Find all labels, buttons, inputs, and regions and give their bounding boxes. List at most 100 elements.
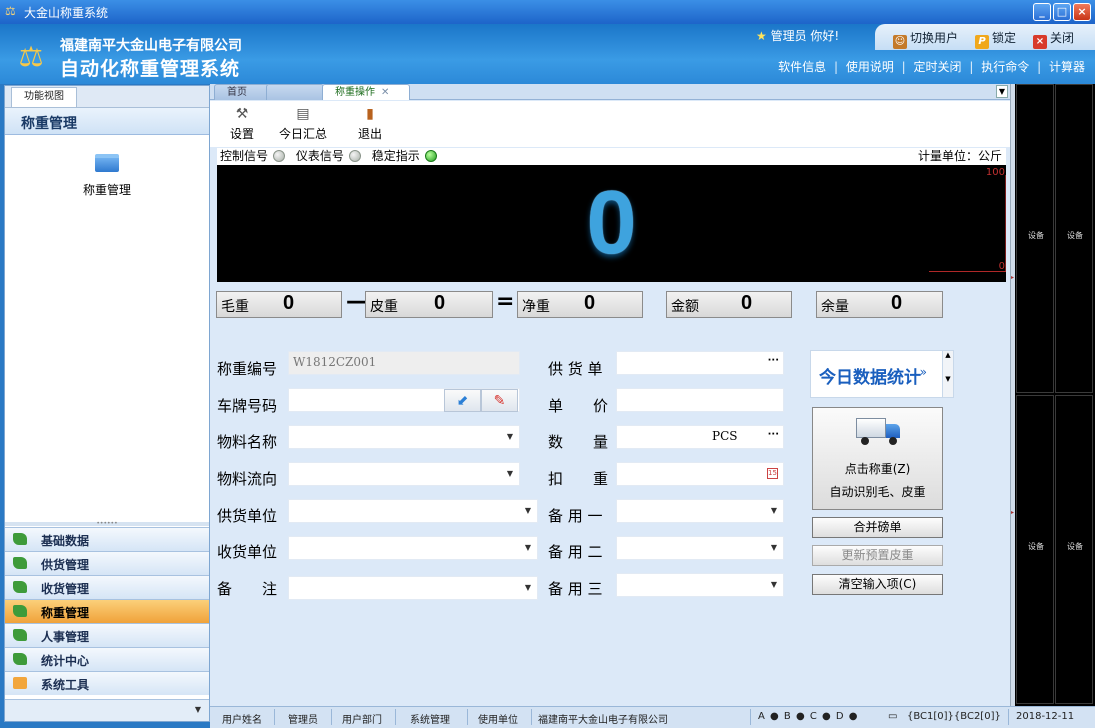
minimize-button[interactable]: _: [1033, 3, 1051, 21]
tab-bar: 首页 称重操作 ✕ ▼: [210, 84, 1010, 100]
supplier-select[interactable]: ▼: [288, 499, 538, 523]
folder-label[interactable]: 称重管理: [5, 181, 209, 198]
company-name: 福建南平大金山电子有限公司: [60, 38, 242, 54]
header-tools: ☺ 切换用户 P 锁定 × 关闭: [875, 24, 1095, 50]
spare3-select[interactable]: ▼: [616, 573, 784, 597]
material-label: 物料名称: [217, 433, 278, 451]
display-min: 0: [998, 261, 1005, 272]
price-field[interactable]: [616, 388, 784, 412]
camera-view[interactable]: 设备: [1055, 395, 1093, 704]
status-dept: 系统管理: [410, 715, 450, 726]
folder-icon[interactable]: [95, 154, 119, 172]
tab-weighing[interactable]: 称重操作 ✕: [322, 84, 410, 100]
net-weight-box: 净重 0: [517, 291, 643, 318]
update-tare-button[interactable]: 更新预置皮重: [812, 545, 943, 566]
scale-logo-icon: ⚖: [18, 40, 44, 73]
sidebar-item-supply[interactable]: 供货管理: [5, 551, 209, 575]
close-window-button[interactable]: ×: [1073, 3, 1091, 21]
material-select[interactable]: ▼: [288, 425, 520, 449]
today-stats-label: 今日数据统计: [819, 368, 921, 388]
spare2-select[interactable]: ▼: [616, 536, 784, 560]
exit-button[interactable]: ▮ 退出: [358, 105, 382, 142]
stable-indicator: [424, 150, 437, 162]
camera-view[interactable]: 设备: [1016, 84, 1054, 393]
camera-icon: 设备: [1028, 542, 1044, 551]
flow-label: 物料流向: [217, 470, 278, 488]
weigh-no-field[interactable]: W1812CZ001: [288, 351, 520, 375]
toolbar: ⚒ 设置 ▤ 今日汇总 ▮ 退出: [210, 101, 1010, 147]
deduct-field[interactable]: 15: [616, 462, 784, 486]
tab-blank[interactable]: [266, 84, 324, 100]
more-icon[interactable]: ···: [768, 429, 779, 440]
chevron-down-icon: ▼: [524, 543, 531, 552]
camera-icon: 设备: [1067, 231, 1083, 240]
plate-clear-button[interactable]: ✎: [481, 389, 518, 412]
status-user: 管理员: [288, 715, 318, 726]
window-title: 大金山称重系统: [24, 6, 109, 20]
link-calculator[interactable]: 计算器: [1049, 60, 1085, 74]
weigh-button-line2: 自动识别毛、皮重: [829, 485, 926, 499]
tab-home[interactable]: 首页: [214, 84, 270, 100]
leaf-icon: [13, 653, 27, 665]
link-manual[interactable]: 使用说明: [846, 60, 894, 74]
report-icon: ▤: [296, 106, 310, 122]
switch-user-button[interactable]: ☺ 切换用户: [893, 29, 958, 49]
sidebar-item-weighing[interactable]: 称重管理: [5, 599, 209, 623]
control-signal-indicator: [273, 150, 286, 162]
stats-scrollbar[interactable]: ▲ ▼: [942, 350, 954, 398]
lock-button[interactable]: P 锁定: [975, 29, 1016, 49]
receiver-select[interactable]: ▼: [288, 536, 538, 560]
sidebar-item-tools[interactable]: 系统工具: [5, 671, 209, 695]
link-timer-close[interactable]: 定时关闭: [914, 60, 962, 74]
merge-button[interactable]: 合并磅单: [812, 517, 943, 538]
tab-dropdown-button[interactable]: ▼: [996, 85, 1008, 98]
qty-unit: PCS: [712, 429, 738, 443]
camera-view[interactable]: 设备: [1055, 84, 1093, 393]
display-max: 100: [985, 167, 1005, 178]
sidebar-item-base-data[interactable]: 基础数据: [5, 527, 209, 551]
link-software-info[interactable]: 软件信息: [778, 60, 826, 74]
sidebar-item-receive[interactable]: 收货管理: [5, 575, 209, 599]
today-summary-button[interactable]: ▤ 今日汇总: [279, 105, 327, 142]
app-close-button[interactable]: × 关闭: [1033, 29, 1074, 49]
sidebar-item-stats[interactable]: 统计中心: [5, 647, 209, 671]
chevron-double-down-icon[interactable]: »: [920, 365, 927, 379]
calendar-icon[interactable]: 15: [767, 468, 778, 479]
system-name: 自动化称重管理系统: [60, 58, 241, 80]
today-stats-panel[interactable]: 今日数据统计»: [810, 350, 950, 398]
chevron-down-icon: ▼: [770, 543, 777, 552]
keyboard-icon: ▭: [888, 711, 898, 722]
sidebar-expand-button[interactable]: ▼: [5, 699, 209, 721]
gross-weight-value: 0: [283, 292, 295, 314]
truck-icon: [855, 418, 900, 446]
weigh-button[interactable]: 点击称重(Z) 自动识别毛、皮重: [812, 407, 943, 510]
spare3-label: 备 用 三: [548, 580, 603, 598]
leaf-icon: [13, 533, 27, 545]
plate-field[interactable]: ⬋ ✎: [288, 388, 520, 412]
flow-select[interactable]: ▼: [288, 462, 520, 486]
plate-recognize-button[interactable]: ⬋: [444, 389, 481, 412]
scale-icon: ⚖: [5, 4, 16, 18]
link-run-command[interactable]: 执行命令: [981, 60, 1029, 74]
tare-weight-box: 皮重 0: [365, 291, 493, 318]
bill-field[interactable]: ···: [616, 351, 784, 375]
signal-bar: 控制信号 仪表信号 稳定指示 计量单位：公斤: [217, 148, 1006, 165]
more-icon[interactable]: ···: [768, 355, 779, 366]
sidebar-item-hr[interactable]: 人事管理: [5, 623, 209, 647]
tab-close-icon[interactable]: ✕: [381, 87, 389, 98]
sidebar-splitter[interactable]: ••••••: [5, 521, 209, 527]
spare1-select[interactable]: ▼: [616, 499, 784, 523]
settings-button[interactable]: ⚒ 设置: [230, 105, 254, 142]
tab-function-view[interactable]: 功能视图: [11, 87, 77, 107]
clear-button[interactable]: 清空输入项(C): [812, 574, 943, 595]
status-ports: A ● B ● C ● D ●: [758, 711, 859, 722]
remark-select[interactable]: ▼: [288, 576, 538, 600]
amount-value: 0: [741, 292, 753, 314]
maximize-button[interactable]: □: [1053, 3, 1071, 21]
net-weight-value: 0: [584, 292, 596, 314]
star-icon: ★: [756, 29, 767, 43]
qty-field[interactable]: PCS ···: [616, 425, 784, 449]
camera-view[interactable]: 设备: [1016, 395, 1054, 704]
lock-label: 锁定: [992, 31, 1017, 45]
camera-icon: 设备: [1067, 542, 1083, 551]
